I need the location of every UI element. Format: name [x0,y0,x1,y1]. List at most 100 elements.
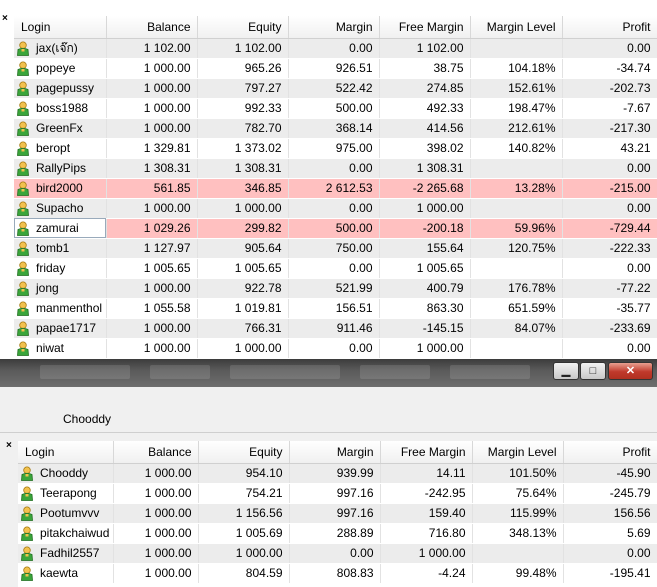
free-margin-cell: 398.02 [379,138,471,159]
column-header-margin[interactable]: Margin [289,441,381,464]
login-cell[interactable]: niwat [14,338,107,359]
profit-cell: -77.22 [562,278,657,299]
login-cell[interactable]: popeye [14,58,107,79]
login-cell[interactable]: beropt [14,138,107,159]
login-cell[interactable]: GreenFx [14,118,107,139]
column-header-balance[interactable]: Balance [113,441,199,464]
free-margin-cell: 400.79 [379,278,471,299]
login-cell[interactable]: Fadhil2557 [18,543,114,564]
table-row[interactable]: Teerapong 1 000.00 754.21 997.16 -242.95 75.6… [18,483,657,504]
account-window: ▁ □ ✕ Chooddy × Login Balance Equity Mar… [0,359,657,587]
column-header-balance[interactable]: Balance [106,16,198,39]
login-cell[interactable]: tomb1 [14,238,107,259]
equity-cell: 346.85 [197,178,289,199]
login-cell[interactable]: Chooddy [18,463,114,484]
login-cell[interactable]: zamurai [14,218,107,239]
column-header-equity[interactable]: Equity [198,441,290,464]
column-header-equity[interactable]: Equity [197,16,289,39]
login-cell[interactable]: RallyPips [14,158,107,179]
balance-cell: 1 000.00 [113,503,199,524]
table-row[interactable]: kaewta 1 000.00 804.59 808.83 -4.24 99.48% -19… [18,563,657,584]
login-text: pitakchaiwud [40,526,110,541]
login-cell[interactable]: pitakchaiwud [18,523,114,544]
column-header-free-margin[interactable]: Free Margin [379,16,471,39]
margin-level-cell: 212.61% [470,118,563,139]
selected-login-label: Chooddy [63,412,112,426]
user-icon [16,40,30,56]
maximize-button[interactable]: □ [580,362,606,380]
balance-cell: 1 308.31 [106,158,198,179]
login-cell[interactable]: manmenthol [14,298,107,319]
column-header-login[interactable]: Login [18,441,114,464]
table-row[interactable]: manmenthol 1 055.58 1 019.81 156.51 863.30 65… [14,298,657,319]
minimize-button[interactable]: ▁ [553,362,579,380]
table-row[interactable]: pitakchaiwud 1 000.00 1 005.69 288.89 716.80… [18,523,657,544]
table-row[interactable]: popeye 1 000.00 965.26 926.51 38.75 104.18% -3… [14,58,657,79]
list-close-icon[interactable]: × [6,440,12,451]
login-cell[interactable]: friday [14,258,107,279]
login-cell[interactable]: papae1717 [14,318,107,339]
panel-close-icon[interactable]: × [2,14,8,24]
profit-cell: -217.30 [562,118,657,139]
window-title-bar[interactable]: ▁ □ ✕ [0,359,657,387]
login-text: pagepussy [36,81,95,96]
table-row[interactable]: pagepussy 1 000.00 797.27 522.42 274.85 152.6… [14,78,657,99]
profit-cell: -222.33 [562,238,657,259]
free-margin-cell: 716.80 [380,523,473,544]
margin-level-cell: 84.07% [470,318,563,339]
column-header-margin-level[interactable]: Margin Level [470,16,563,39]
column-header-free-margin[interactable]: Free Margin [380,441,473,464]
margin-cell: 975.00 [288,138,380,159]
login-cell[interactable]: jong [14,278,107,299]
login-text: jong [36,281,59,296]
column-header-margin[interactable]: Margin [288,16,380,39]
login-cell[interactable]: kaewta [18,563,114,584]
balance-cell: 1 329.81 [106,138,198,159]
login-cell[interactable]: Supacho [14,198,107,219]
table-row[interactable]: friday 1 005.65 1 005.65 0.00 1 005.65 0.00 [14,258,657,279]
margin-cell: 0.00 [288,258,380,279]
column-header-profit[interactable]: Profit [563,441,657,464]
table-row[interactable]: jong 1 000.00 922.78 521.99 400.79 176.78% -77… [14,278,657,299]
margin-level-cell: 104.18% [470,58,563,79]
close-button[interactable]: ✕ [608,362,653,380]
login-cell[interactable]: Teerapong [18,483,114,504]
margin-level-cell [470,158,563,179]
login-cell[interactable]: bird2000 [14,178,107,199]
login-cell[interactable]: jax(เจ๊ก) [14,38,107,59]
login-text: bird2000 [36,181,83,196]
table-row[interactable]: zamurai 1 029.26 299.82 500.00 -200.18 59.96%… [14,218,657,239]
table-row[interactable]: beropt 1 329.81 1 373.02 975.00 398.02 140.82… [14,138,657,159]
column-header-profit[interactable]: Profit [562,16,657,39]
table-row[interactable]: jax(เจ๊ก) 1 102.00 1 102.00 0.00 1 102.00 0.0… [14,38,657,59]
table-row[interactable]: Supacho 1 000.00 1 000.00 0.00 1 000.00 0.00 [14,198,657,219]
user-icon [16,321,30,336]
column-header-margin-level[interactable]: Margin Level [472,441,564,464]
table-row[interactable]: Fadhil2557 1 000.00 1 000.00 0.00 1 000.00 0.… [18,543,657,564]
margin-cell: 997.16 [289,483,381,504]
margin-cell: 0.00 [288,198,380,219]
table-row[interactable]: Chooddy 1 000.00 954.10 939.99 14.11 101.50% -… [18,463,657,484]
table-row[interactable]: boss1988 1 000.00 992.33 500.00 492.33 198.47… [14,98,657,119]
free-margin-cell: -242.95 [380,483,473,504]
table-row[interactable]: papae1717 1 000.00 766.31 911.46 -145.15 84.0… [14,318,657,339]
login-cell[interactable]: boss1988 [14,98,107,119]
table-row[interactable]: RallyPips 1 308.31 1 308.31 0.00 1 308.31 0.0… [14,158,657,179]
login-text: Pootumvvv [40,506,100,521]
table-row[interactable]: GreenFx 1 000.00 782.70 368.14 414.56 212.61%… [14,118,657,139]
table-row[interactable]: niwat 1 000.00 1 000.00 0.00 1 000.00 0.00 [14,338,657,359]
equity-cell: 922.78 [197,278,289,299]
close-icon: ✕ [625,365,636,377]
column-header-login[interactable]: Login [14,16,107,39]
group-accounts-table: Login Balance Equity Margin Free Margin … [18,441,657,584]
margin-cell: 0.00 [288,158,380,179]
table-row[interactable]: Pootumvvv 1 000.00 1 156.56 997.16 159.40 115… [18,503,657,524]
table-row[interactable]: tomb1 1 127.97 905.64 750.00 155.64 120.75% -2… [14,238,657,259]
login-cell[interactable]: Pootumvvv [18,503,114,524]
free-margin-cell: -2 265.68 [379,178,471,199]
table-row[interactable]: bird2000 561.85 346.85 2 612.53 -2 265.68 13.… [14,178,657,199]
terminal-accounts-panel: × Login Balance Equity Margin Free Margi… [0,0,657,362]
login-cell[interactable]: pagepussy [14,78,107,99]
profit-cell: 0.00 [562,158,657,179]
balance-cell: 1 000.00 [106,278,198,299]
